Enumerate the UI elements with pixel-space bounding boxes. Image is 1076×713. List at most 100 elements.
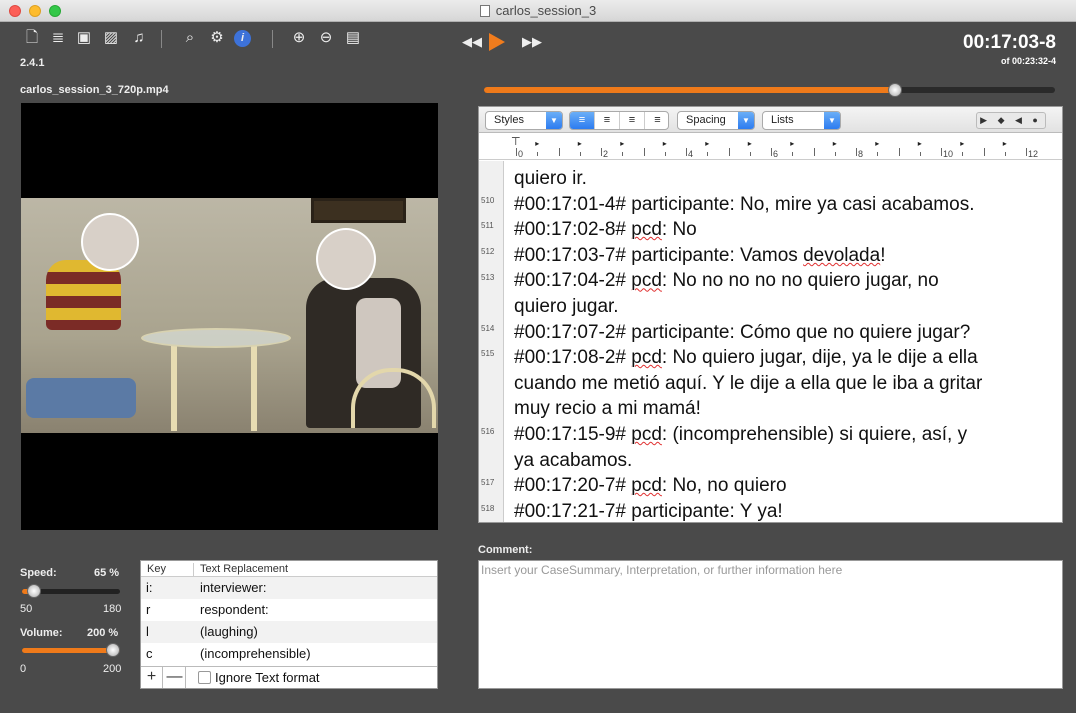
ruler-tick [601,148,602,156]
tab-stop-icon[interactable]: ▸ [748,139,752,148]
styles-popup[interactable]: Styles ▼ [485,111,563,130]
chevron-down-icon: ▼ [824,112,840,129]
lists-popup[interactable]: Lists ▼ [762,111,841,130]
table-row[interactable]: l (laughing) [141,621,437,643]
clapperboard-icon[interactable]: ▤ [343,28,363,48]
transcript-line: quiero ir. [514,168,587,189]
ruler-tick [579,152,581,156]
toolbar-separator [272,30,273,48]
volume-max: 200 [103,663,122,675]
ruler[interactable]: ⊤ ▸ ▸ ▸ ▸ ▸ ▸ ▸ ▸ ▸ ▸ ▸ ▸ 0 2 4 6 8 10 12 [479,134,1062,160]
volume-slider[interactable] [22,643,120,657]
align-right-icon[interactable]: ≡ [645,112,668,129]
rewind-icon[interactable]: ◀◀ [462,34,482,50]
ruler-number: 4 [688,149,694,159]
playback-progress-bar[interactable] [484,83,1055,97]
ruler-tick [962,152,964,156]
zoom-in-icon[interactable]: ⊕ [289,28,309,48]
transcript-line: #00:17:15-9# pcd: (incomprehensible) si … [514,423,968,445]
table-body: i: interviewer: r respondent: l (laughing) … [141,577,437,665]
table-row[interactable]: r respondent: [141,599,437,621]
align-left-icon[interactable]: ≡ [570,112,595,129]
add-row-button[interactable]: + [141,667,163,688]
face-mask [316,228,376,290]
alignment-control: ≡ ≡ ≡ ≡ [569,111,669,130]
chevron-down-icon: ▼ [546,112,562,129]
speed-value: 65 % [94,567,120,579]
table-row[interactable]: i: interviewer: [141,577,437,599]
speed-slider-knob[interactable] [27,584,41,598]
document-icon [479,5,490,17]
ruler-tick [643,148,645,156]
transcript-line: #00:17:07-2# participante: Cómo que no q… [514,321,971,343]
tab-stop-icon[interactable]: ▸ [833,139,837,148]
column-text-replacement[interactable]: Text Replacement [193,563,288,577]
transcript-line: ya acabamos. [514,449,633,471]
comment-field[interactable]: Insert your CaseSummary, Interpretation,… [478,560,1063,689]
ruler-tick [749,152,751,156]
ignore-text-format-checkbox[interactable] [198,671,211,684]
transcript-text[interactable]: quiero ir. #00:17:01-4# participante: No… [514,161,1054,522]
save-icon[interactable]: ▣ [74,28,94,48]
format-bar: Styles ▼ ≡ ≡ ≡ ≡ Spacing ▼ Lists ▼ ▶ ◆ ◀ ● [479,107,1062,133]
align-justify-icon[interactable]: ≡ [620,112,645,129]
tab-stop-icon[interactable]: ▸ [790,139,794,148]
spacing-popup[interactable]: Spacing ▼ [677,111,755,130]
tab-stop-icon[interactable]: ▸ [578,139,582,148]
ruler-tick [516,148,517,156]
progress-knob[interactable] [888,83,902,97]
total-duration: of 00:23:32-4 [1000,56,1056,66]
ruler-tick [983,148,985,156]
tab-stop-icon[interactable]: ▸ [1003,139,1007,148]
navigation-controls[interactable]: ▶ ◆ ◀ ● [976,112,1046,129]
zoom-out-icon[interactable]: ⊖ [316,28,336,48]
tab-stop-icon[interactable]: ▸ [918,139,922,148]
ruler-tick [1026,148,1027,156]
export-icon[interactable]: ▨ [101,28,121,48]
new-document-icon[interactable]: 🗋 [22,28,42,48]
transcript-line: #00:17:04-2# pcd: No no no no no quiero … [514,270,939,292]
settings-icon[interactable]: ⚙ [207,28,227,48]
tab-stop-icon[interactable]: ▸ [875,139,879,148]
table-row[interactable]: c (incomprehensible) [141,643,437,665]
tab-stop-icon[interactable]: ▸ [663,139,667,148]
ruler-tick [622,152,624,156]
video-player[interactable] [21,103,438,530]
ruler-tick [834,152,836,156]
transcript-line: #00:17:01-4# participante: No, mire ya c… [514,193,975,215]
ruler-tick [792,152,794,156]
align-center-icon[interactable]: ≡ [595,112,620,129]
transcript-line: #00:17:03-7# participante: Vamos devolad… [514,244,886,266]
remove-row-button[interactable]: — [164,667,186,688]
media-filename: carlos_session_3_720p.mp4 [20,84,169,96]
music-icon[interactable]: ♫ [129,28,149,48]
ignore-text-format-label: Ignore Text format [215,670,320,685]
ruler-tick [898,148,900,156]
transcript-line: #00:17:02-8# pcd: No [514,219,697,241]
window-title: carlos_session_3 [0,3,1076,18]
transcript-line: cuando me metió aquí. Y le dije a ella q… [514,372,983,394]
tab-stop-icon[interactable]: ▸ [535,139,539,148]
transcript-editor[interactable]: Styles ▼ ≡ ≡ ≡ ≡ Spacing ▼ Lists ▼ ▶ ◆ ◀ ● … [478,106,1063,523]
fast-forward-icon[interactable]: ▶▶ [522,34,542,50]
column-key[interactable]: Key [147,563,166,575]
search-icon[interactable]: ⌕ [180,28,200,48]
tab-stop-icon[interactable]: ▸ [960,139,964,148]
speed-slider[interactable] [22,584,120,598]
info-icon[interactable]: i [234,30,251,47]
tab-stop-icon[interactable]: ▸ [705,139,709,148]
volume-slider-knob[interactable] [106,643,120,657]
ruler-tick [707,152,709,156]
speed-max: 180 [103,603,122,615]
comment-label: Comment: [478,544,533,556]
ruler-tick [941,148,942,156]
transcript-line: muy recio a mi mamá! [514,398,701,420]
current-timecode: 00:17:03-8 [963,32,1056,53]
transcript-line: #00:17:21-7# participante: Y ya! [514,500,783,522]
ruler-tick [877,152,879,156]
tab-stop-icon[interactable]: ⊤ [511,135,521,148]
transcript-icon[interactable]: ≣ [48,28,68,48]
play-icon[interactable] [489,33,505,51]
tab-stop-icon[interactable]: ▸ [620,139,624,148]
speed-min: 50 [20,603,33,615]
